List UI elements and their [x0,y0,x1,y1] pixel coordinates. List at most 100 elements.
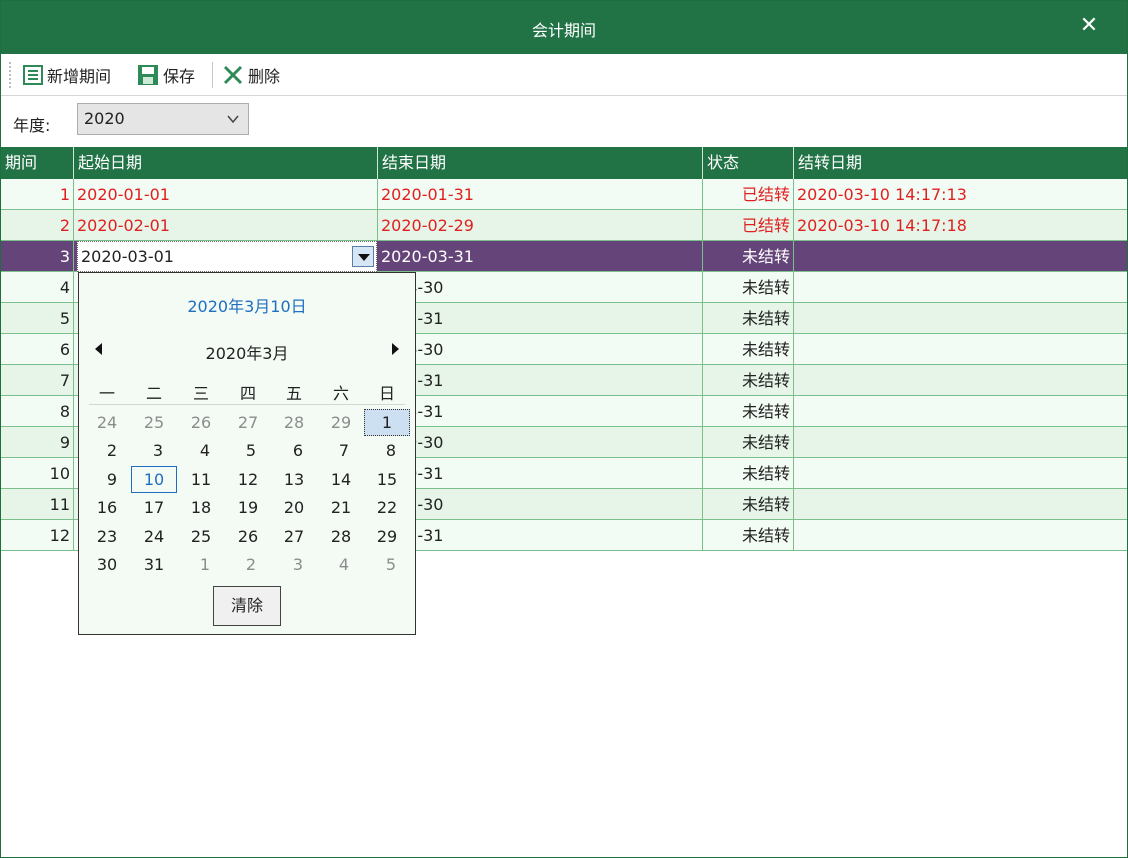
status-cell: 未结转 [703,520,794,551]
calendar-day[interactable]: 29 [318,409,364,436]
calendar-day[interactable]: 1 [182,551,228,578]
date-dropdown-button[interactable] [352,246,374,267]
closed-date-cell [794,458,1127,489]
end-date-cell[interactable]: 0-10-31 [378,458,703,489]
start-date-cell[interactable]: 2020-02-01 [74,210,378,241]
end-date-cell[interactable]: 0-11-30 [378,489,703,520]
table-row[interactable]: 1 2020-01-01 2020-01-31 已结转 2020-03-10 1… [1,179,1127,210]
calendar-day[interactable]: 15 [364,466,410,493]
window-title: 会计期间 [531,21,596,40]
weekday-label: 四 [239,384,256,403]
status-cell: 已结转 [703,210,794,241]
calendar-day[interactable]: 6 [275,437,321,464]
end-date-cell[interactable]: 2020-03-31 [378,241,703,272]
calendar-day[interactable]: 24 [84,409,130,436]
column-header-end[interactable]: 结束日期 [378,147,703,179]
status-cell: 未结转 [703,427,794,458]
next-month-icon[interactable] [392,343,399,355]
calendar-day[interactable]: 11 [178,466,224,493]
calendar-day[interactable]: 7 [321,437,367,464]
clear-button[interactable]: 清除 [213,586,281,626]
date-picker-popup: 2020年3月10日 2020年3月 一 二 三 四 五 六 日 24 25 2… [78,272,416,635]
start-date-editor[interactable]: 2020-03-01 [77,241,377,272]
table-row-selected[interactable]: 3 2020-03-01 2020-03-31 未结转 [1,241,1127,272]
calendar-day[interactable]: 27 [271,523,317,550]
calendar-day[interactable]: 18 [178,494,224,521]
calendar-day[interactable]: 2 [89,437,135,464]
calendar-day[interactable]: 23 [84,523,130,550]
end-date-cell[interactable]: 0-04-30 [378,272,703,303]
calendar-day[interactable]: 30 [84,551,130,578]
calendar-day[interactable]: 26 [225,523,271,550]
weekday-label: 三 [192,384,209,403]
calendar-day[interactable]: 28 [271,409,317,436]
period-cell: 7 [1,365,74,396]
calendar-day[interactable]: 25 [131,409,177,436]
column-header-status[interactable]: 状态 [703,147,794,179]
status-cell: 已结转 [703,179,794,210]
period-cell: 2 [1,210,74,241]
period-cell: 10 [1,458,74,489]
calendar-day[interactable]: 31 [131,551,177,578]
close-icon[interactable]: ✕ [1079,14,1099,38]
end-date-cell[interactable]: 0-05-31 [378,303,703,334]
calendar-day[interactable]: 16 [84,494,130,521]
end-date-cell[interactable]: 2020-02-29 [378,210,703,241]
calendar-day[interactable]: 4 [182,437,228,464]
year-label: 年度: [13,116,51,135]
calendar-day[interactable]: 3 [135,437,181,464]
year-select[interactable]: 2020 [77,103,249,135]
start-date-cell[interactable]: 2020-01-01 [74,179,378,210]
calendar-day[interactable]: 12 [225,466,271,493]
status-cell: 未结转 [703,303,794,334]
table-header: 期间 起始日期 结束日期 状态 结转日期 [1,147,1127,179]
end-date-cell[interactable]: 0-06-30 [378,334,703,365]
end-date-cell[interactable]: 0-07-31 [378,365,703,396]
add-period-button[interactable]: 新增期间 [23,62,111,88]
column-header-start[interactable]: 起始日期 [74,147,378,179]
calendar-day[interactable]: 9 [89,466,135,493]
end-date-cell[interactable]: 0-09-30 [378,427,703,458]
end-date-cell[interactable]: 2020-01-31 [378,179,703,210]
calendar-day[interactable]: 8 [368,437,414,464]
closed-date-cell [794,303,1127,334]
calendar-day[interactable]: 29 [364,523,410,550]
calendar-day-today[interactable]: 10 [131,466,177,493]
toolbar-separator [212,62,213,88]
calendar-day[interactable]: 5 [368,551,414,578]
calendar-day[interactable]: 22 [364,494,410,521]
calendar-day[interactable]: 20 [271,494,317,521]
weekday-divider [89,404,405,405]
closed-date-cell [794,272,1127,303]
month-title[interactable]: 2020年3月 [79,340,415,364]
calendar-day[interactable]: 25 [178,523,224,550]
table-row[interactable]: 2 2020-02-01 2020-02-29 已结转 2020-03-10 1… [1,210,1127,241]
calendar-day[interactable]: 28 [318,523,364,550]
calendar-day[interactable]: 21 [318,494,364,521]
calendar-day[interactable]: 27 [225,409,271,436]
end-date-cell[interactable]: 0-12-31 [378,520,703,551]
calendar-day[interactable]: 26 [178,409,224,436]
closed-date-cell [794,520,1127,551]
closed-date-cell [794,396,1127,427]
closed-date-cell: 2020-03-10 14:17:13 [797,185,967,204]
save-button[interactable]: 保存 [137,62,195,88]
column-header-closed-date[interactable]: 结转日期 [794,147,1127,179]
calendar-day[interactable]: 5 [228,437,274,464]
today-link[interactable]: 2020年3月10日 [79,293,415,317]
delete-button[interactable]: 删除 [222,62,280,88]
calendar-day[interactable]: 24 [131,523,177,550]
delete-label: 删除 [248,67,281,86]
end-date-cell[interactable]: 0-08-31 [378,396,703,427]
column-header-period[interactable]: 期间 [1,147,74,179]
calendar-day[interactable]: 4 [321,551,367,578]
calendar-day[interactable]: 3 [275,551,321,578]
list-icon [23,65,43,85]
calendar-day[interactable]: 13 [271,466,317,493]
calendar-day[interactable]: 17 [131,494,177,521]
status-cell: 未结转 [703,241,794,272]
calendar-day[interactable]: 14 [318,466,364,493]
calendar-day[interactable]: 19 [225,494,271,521]
calendar-day[interactable]: 2 [228,551,274,578]
calendar-day-selected[interactable]: 1 [364,409,410,436]
